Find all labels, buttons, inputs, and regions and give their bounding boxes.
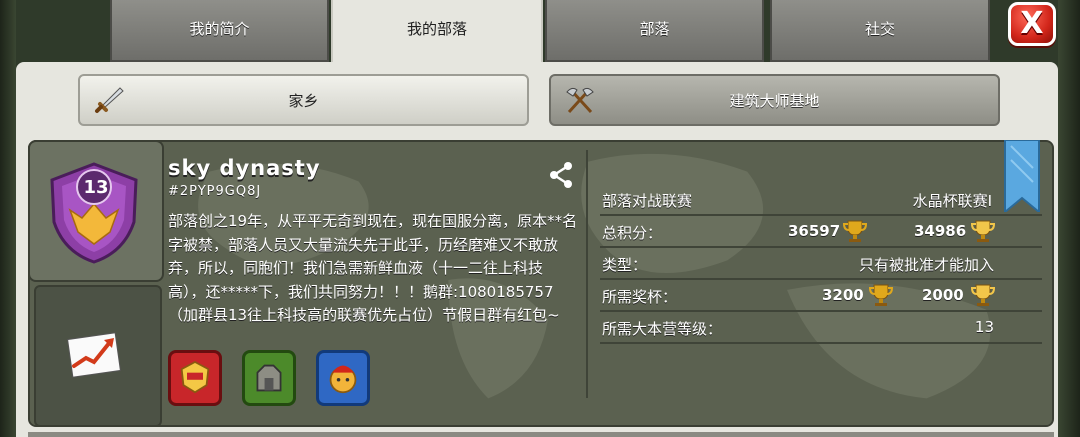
required-townhall-row: 所需大本营等级： 13 xyxy=(600,314,1042,344)
total-points-label: 总积分： xyxy=(602,224,663,242)
required-trophies-label: 所需奖杯： xyxy=(602,288,678,306)
home-village-tab[interactable]: 家乡 xyxy=(78,74,529,126)
clan-tag: #2PYP9GQ8J xyxy=(168,184,262,199)
required-trophies-row: 所需奖杯： 3200 2000 xyxy=(600,282,1042,312)
card-divider xyxy=(586,150,588,398)
tab-my-profile[interactable]: 我的简介 xyxy=(110,0,329,62)
clan-type-label: 类型： xyxy=(602,256,648,274)
right-edge xyxy=(1058,0,1080,437)
clan-label-friendly-icon xyxy=(316,350,370,406)
builder-base-tab[interactable]: 建筑大师基地 xyxy=(549,74,1000,126)
builder-trophy-icon xyxy=(970,220,996,242)
sword-icon xyxy=(95,87,124,113)
clan-description: 部落创之19年，从平平无奇到现在，现在国服分离，原本**名字被禁，部落人员又大量… xyxy=(168,212,578,324)
builder-trophy-icon xyxy=(970,284,996,306)
total-points-home: 36597 xyxy=(788,222,841,240)
war-league-row: 部落对战联赛 水晶杯联赛I xyxy=(600,186,1042,216)
left-edge xyxy=(0,0,16,437)
bottom-strip xyxy=(28,432,1054,437)
tab-my-clan[interactable]: 我的部落 xyxy=(331,0,543,66)
share-icon[interactable] xyxy=(546,160,576,190)
tab-social[interactable]: 社交 xyxy=(770,0,990,62)
clan-type-value: 只有被批准才能加入 xyxy=(858,256,994,274)
clan-type-row: 类型： 只有被批准才能加入 xyxy=(600,250,1042,280)
league-ribbon-icon xyxy=(1004,140,1040,212)
war-league-value: 水晶杯联赛I xyxy=(912,192,992,210)
home-village-label: 家乡 xyxy=(288,92,319,110)
required-trophies-builder: 2000 xyxy=(922,286,964,304)
war-league-label: 部落对战联赛 xyxy=(602,192,693,210)
trophy-icon xyxy=(868,284,894,306)
total-points-row: 总积分： 36597 34986 xyxy=(600,218,1042,248)
total-points-builder: 34986 xyxy=(914,222,967,240)
required-townhall-label: 所需大本营等级： xyxy=(602,320,723,338)
clan-label-war-icon xyxy=(168,350,222,406)
clan-label-builder-icon xyxy=(242,350,296,406)
trophy-icon xyxy=(842,220,868,242)
required-trophies-home: 3200 xyxy=(822,286,864,304)
chart-trend-icon[interactable] xyxy=(64,322,128,382)
clan-name: sky dynasty xyxy=(168,156,321,180)
clan-level: 13 xyxy=(83,177,109,198)
crossed-axes-icon xyxy=(566,87,594,114)
builder-base-label: 建筑大师基地 xyxy=(729,92,820,110)
close-button[interactable]: X xyxy=(1008,2,1056,46)
tab-clans[interactable]: 部落 xyxy=(545,0,764,62)
required-townhall-value: 13 xyxy=(974,318,994,336)
